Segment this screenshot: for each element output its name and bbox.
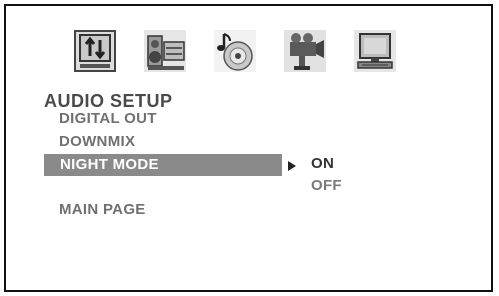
video-setup-icon[interactable] xyxy=(282,28,328,74)
speaker-setup-icon[interactable] xyxy=(142,28,188,74)
setup-icon-bar xyxy=(72,28,412,78)
audio-setup-icon[interactable] xyxy=(212,28,258,74)
menu-item-night-mode[interactable]: NIGHT MODE xyxy=(44,154,282,176)
menu-item-main-page[interactable]: MAIN PAGE xyxy=(59,201,146,218)
submenu-arrow-icon xyxy=(288,161,296,171)
option-off[interactable]: OFF xyxy=(311,177,342,194)
preference-setup-icon[interactable] xyxy=(352,28,398,74)
menu-item-downmix[interactable]: DOWNMIX xyxy=(59,133,135,150)
menu-title: AUDIO SETUP xyxy=(44,91,173,111)
option-on[interactable]: ON xyxy=(311,155,334,172)
osd-screen: AUDIO SETUP DIGITAL OUT DOWNMIX NIGHT MO… xyxy=(4,4,493,292)
menu-item-digital-out[interactable]: DIGITAL OUT xyxy=(59,110,157,127)
general-setup-icon[interactable] xyxy=(72,28,118,74)
